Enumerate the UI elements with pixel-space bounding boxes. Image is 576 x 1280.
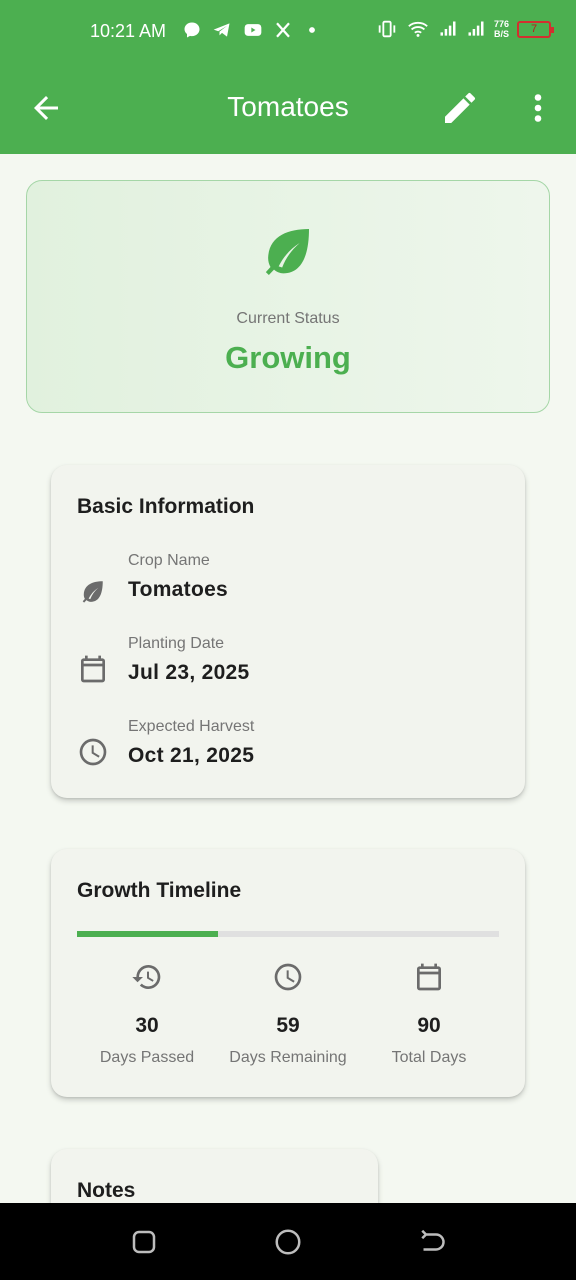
growth-timeline-card: Growth Timeline 30 Days Passed 59 Days R… bbox=[51, 849, 525, 1097]
telegram-icon bbox=[213, 23, 230, 37]
status-label: Current Status bbox=[236, 310, 340, 327]
signal-icon bbox=[440, 21, 456, 36]
stat-value: 30 bbox=[135, 1014, 159, 1037]
system-navigation-bar bbox=[0, 1203, 576, 1280]
dot-icon bbox=[309, 27, 315, 33]
growth-progress-bar bbox=[77, 931, 499, 937]
signal-icon bbox=[468, 21, 484, 36]
info-value: Oct 21, 2025 bbox=[128, 744, 255, 767]
stat-value: 59 bbox=[276, 1014, 300, 1037]
card-title: Growth Timeline bbox=[77, 879, 242, 902]
stat-days-passed: 30 Days Passed bbox=[67, 961, 227, 1071]
info-value: Jul 23, 2025 bbox=[128, 661, 250, 684]
info-label: Expected Harvest bbox=[128, 718, 255, 735]
stat-total-days: 90 Total Days bbox=[349, 961, 509, 1071]
network-speed-unit: B/S bbox=[494, 29, 510, 39]
more-vert-icon[interactable] bbox=[520, 90, 556, 126]
leaf-icon bbox=[265, 229, 309, 275]
history-icon bbox=[132, 965, 161, 989]
back-icon[interactable] bbox=[416, 1227, 446, 1257]
home-icon[interactable] bbox=[273, 1227, 303, 1257]
vibrate-icon bbox=[378, 20, 396, 38]
growth-progress-fill bbox=[77, 931, 218, 937]
network-speed-value: 776 bbox=[494, 19, 510, 29]
stat-value: 90 bbox=[417, 1014, 441, 1037]
calendar-icon bbox=[81, 655, 105, 683]
leaf-icon bbox=[82, 581, 103, 603]
page-title: Tomatoes bbox=[227, 91, 349, 122]
calendar-icon bbox=[417, 963, 441, 991]
system-status-bar: 10:21 AM 776 B/S 7 bbox=[0, 0, 576, 64]
notification-icons bbox=[182, 20, 322, 40]
card-title: Notes bbox=[77, 1179, 136, 1202]
battery-indicator: 7 bbox=[517, 20, 555, 38]
info-value: Tomatoes bbox=[128, 578, 229, 601]
youtube-icon bbox=[244, 24, 262, 36]
info-row-planting-date: Planting Date Jul 23, 2025 bbox=[77, 635, 497, 695]
info-row-expected-harvest: Expected Harvest Oct 21, 2025 bbox=[77, 718, 497, 778]
info-label: Planting Date bbox=[128, 635, 225, 652]
recents-icon[interactable] bbox=[129, 1227, 159, 1257]
wifi-icon bbox=[408, 21, 428, 37]
stat-days-remaining: 59 Days Remaining bbox=[208, 961, 368, 1071]
system-icons: 776 B/S 7 bbox=[376, 18, 555, 40]
messenger-icon bbox=[184, 22, 200, 38]
card-title: Basic Information bbox=[77, 495, 255, 518]
stat-label: Days Remaining bbox=[229, 1049, 347, 1066]
status-value: Growing bbox=[225, 340, 351, 375]
status-time: 10:21 AM bbox=[90, 21, 167, 41]
network-speed: 776 B/S bbox=[494, 19, 509, 39]
info-row-crop-name: Crop Name Tomatoes bbox=[77, 552, 497, 612]
info-label: Crop Name bbox=[128, 552, 210, 569]
x-icon bbox=[276, 22, 290, 38]
app-bar: Tomatoes bbox=[0, 64, 576, 154]
clock-icon bbox=[274, 963, 302, 991]
basic-information-card: Basic Information Crop Name Tomatoes Pla… bbox=[51, 465, 525, 798]
stat-label: Total Days bbox=[391, 1049, 467, 1066]
pencil-icon[interactable] bbox=[440, 88, 480, 128]
clock-icon bbox=[79, 738, 107, 766]
stat-label: Days Passed bbox=[99, 1049, 195, 1066]
current-status-card bbox=[26, 180, 550, 413]
